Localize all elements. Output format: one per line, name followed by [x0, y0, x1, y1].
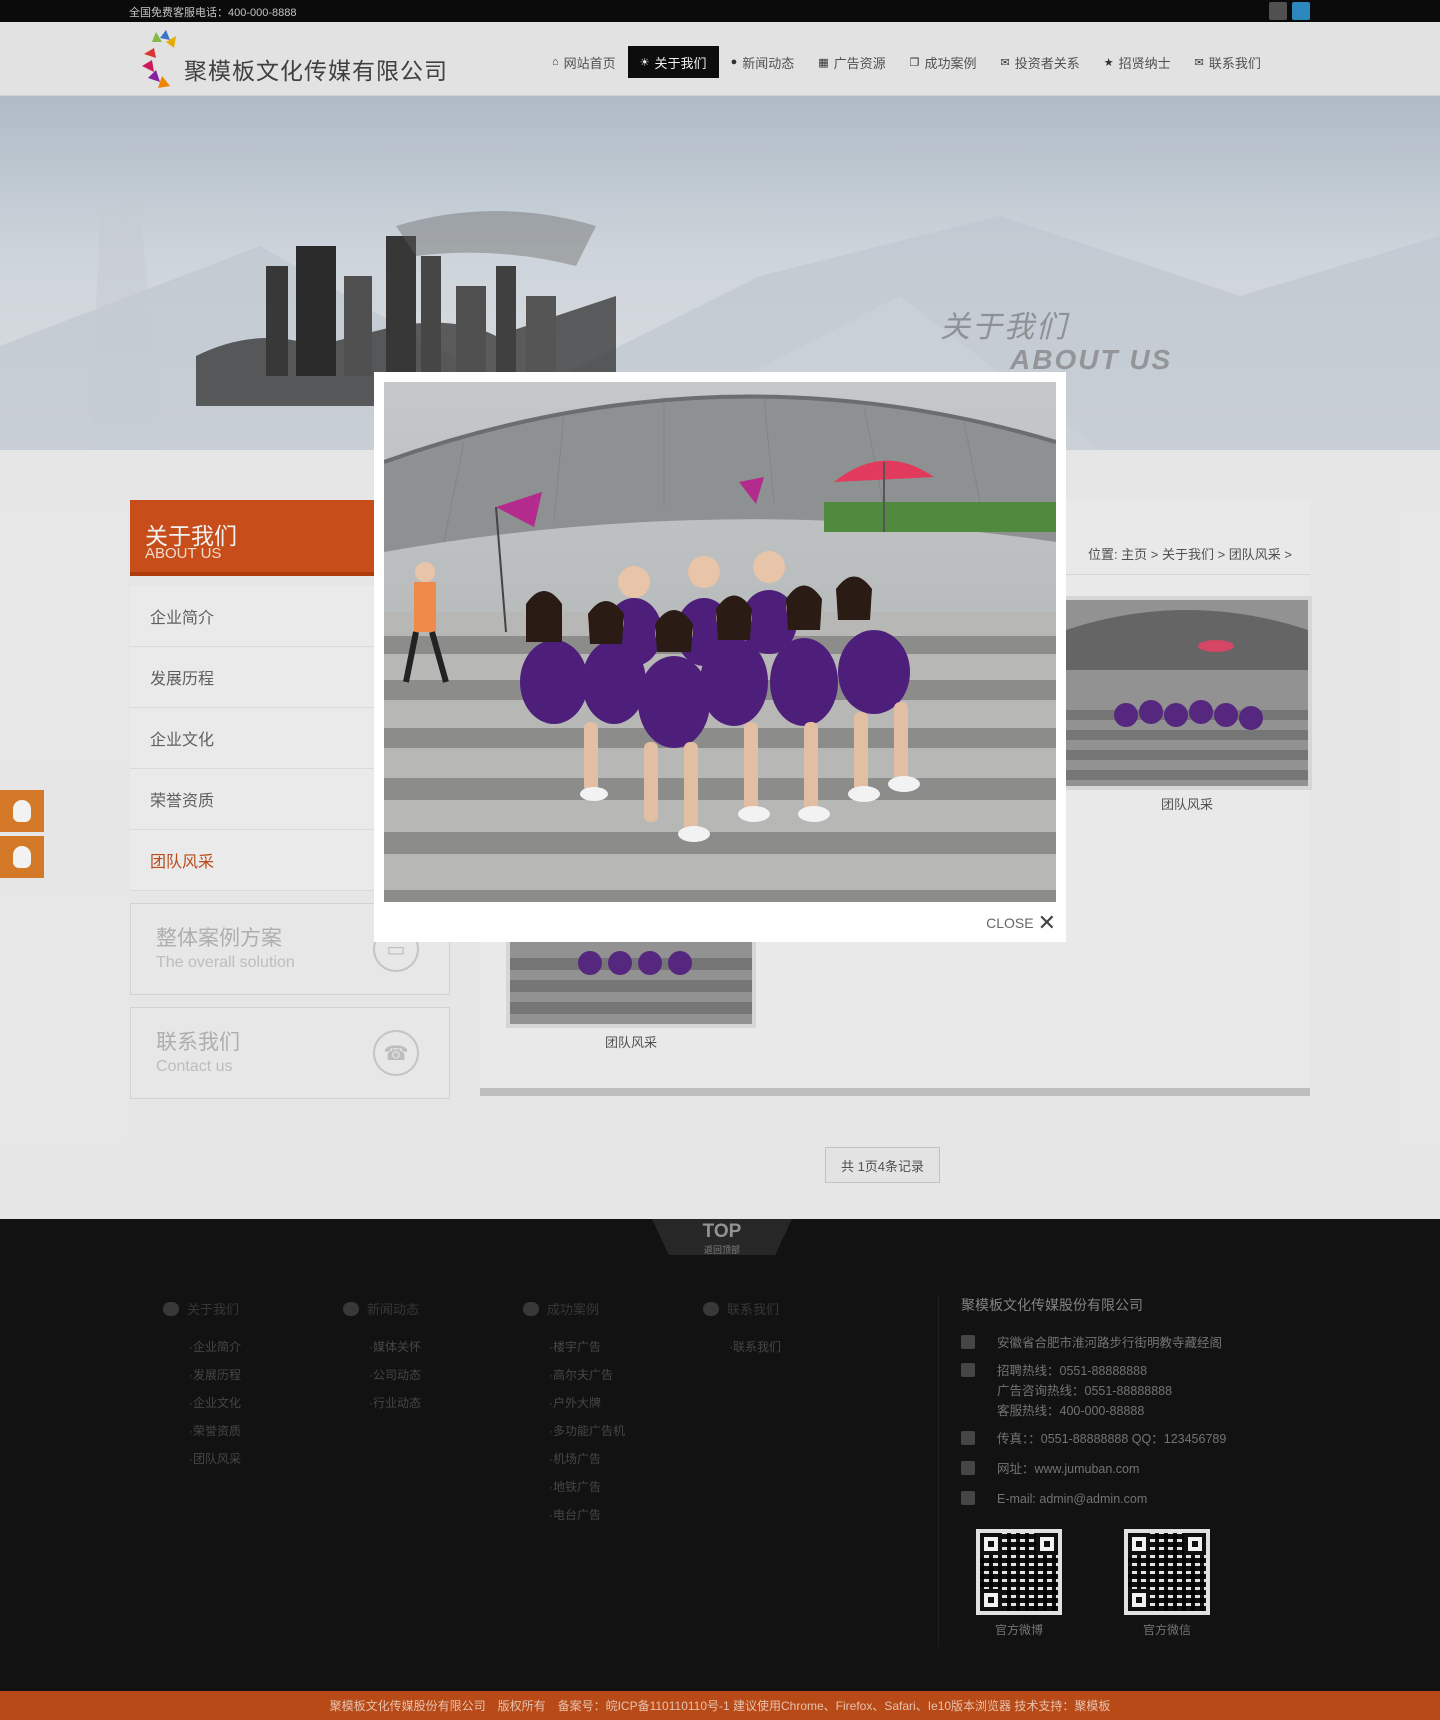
- team-photo-large: [384, 382, 1056, 902]
- image-lightbox: CLOSE ✕: [374, 372, 1066, 942]
- lightbox-photo: [384, 382, 1056, 902]
- close-icon: ✕: [1037, 910, 1056, 935]
- close-button[interactable]: CLOSE ✕: [986, 910, 1056, 935]
- close-label: CLOSE: [986, 915, 1034, 931]
